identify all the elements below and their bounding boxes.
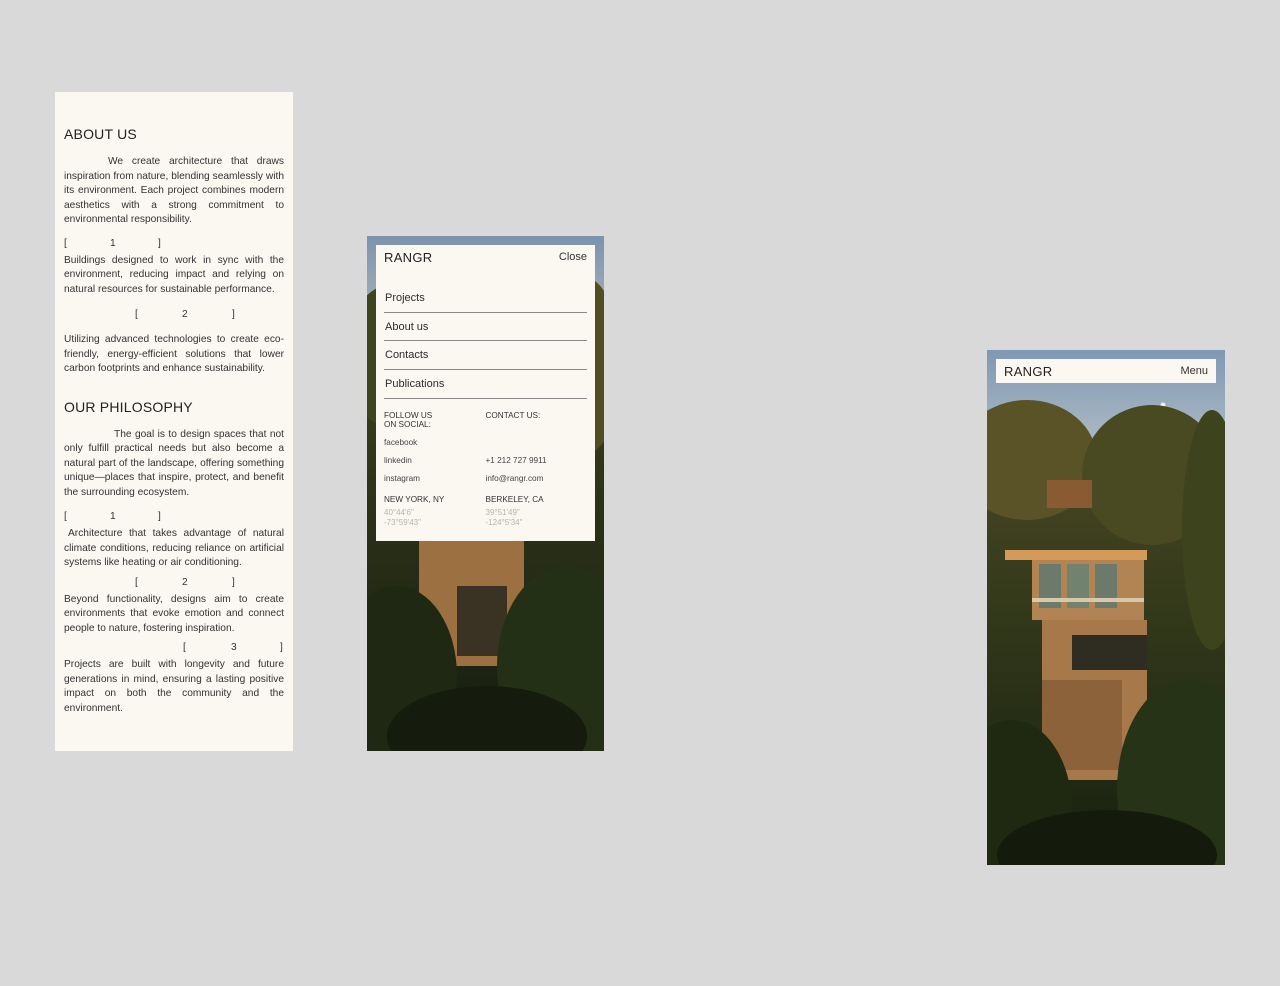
- close-button[interactable]: Close: [559, 251, 587, 263]
- house-photo-home-view: [987, 350, 1225, 865]
- philosophy-point-2-text: Beyond functionality, designs aim to cre…: [64, 593, 284, 634]
- bracket-open: [: [135, 576, 138, 588]
- office-lon-ny: -73°59'43": [384, 517, 421, 527]
- about-panel: ABOUT US We create architecture that dra…: [55, 92, 293, 751]
- brand-logo[interactable]: RANGR: [384, 250, 432, 265]
- menu-button[interactable]: Menu: [1180, 365, 1208, 377]
- bracket-open: [: [64, 237, 67, 249]
- contact-column: CONTACT US: +1 212 727 9911 info@rangr.c…: [486, 411, 588, 528]
- point-number: 3: [231, 642, 237, 653]
- bracket-open: [: [135, 309, 138, 320]
- about-point-1-number: [ 1 ]: [64, 238, 284, 252]
- phone-link[interactable]: +1 212 727 9911: [486, 456, 588, 474]
- point-number: 2: [182, 576, 188, 588]
- site-header: RANGR Menu: [996, 359, 1216, 383]
- bracket-close: ]: [232, 576, 235, 588]
- instagram-link[interactable]: instagram: [384, 474, 486, 492]
- contact-heading: CONTACT US:: [485, 410, 541, 420]
- brand-logo[interactable]: RANGR: [1004, 364, 1052, 379]
- philosophy-title: OUR PHILOSOPHY: [64, 398, 193, 415]
- about-point-1-text: Buildings designed to work in sync with …: [64, 254, 284, 295]
- menu-item-contacts[interactable]: Contacts: [384, 341, 587, 371]
- philosophy-point-3-number: [ 3 ]: [64, 642, 284, 656]
- menu-item-about-us[interactable]: About us: [384, 313, 587, 342]
- bracket-open: [: [64, 511, 67, 522]
- bracket-close: ]: [158, 237, 161, 249]
- philosophy-point-1-number: [ 1 ]: [64, 511, 284, 525]
- philosophy-point-1-text: Architecture that takes advantage of nat…: [64, 528, 284, 568]
- philosophy-intro: The goal is to design spaces that not on…: [64, 428, 284, 498]
- menu-item-projects[interactable]: Projects: [384, 284, 587, 313]
- philosophy-point-2-number: [ 2 ]: [64, 577, 284, 591]
- menu-header: RANGR Close: [384, 245, 587, 269]
- office-city-ca: BERKELEY, CA: [485, 494, 544, 504]
- point-number: 1: [110, 511, 116, 522]
- bracket-close: ]: [232, 309, 235, 320]
- office-city-ny: NEW YORK, NY: [384, 494, 445, 504]
- point-number: 1: [110, 237, 116, 249]
- facebook-link[interactable]: facebook: [384, 438, 486, 456]
- menu-item-publications[interactable]: Publications: [384, 370, 587, 399]
- about-point-2-number: [ 2 ]: [64, 309, 284, 323]
- social-heading: FOLLOW US ON SOCIAL:: [384, 410, 433, 429]
- office-lat-ca: 39°51'49": [485, 507, 520, 517]
- point-number: 2: [182, 309, 188, 320]
- bracket-open: [: [183, 642, 186, 653]
- social-column: FOLLOW US ON SOCIAL: facebook linkedin i…: [384, 411, 486, 528]
- philosophy-point-3-text: Projects are built with longevity and fu…: [64, 659, 284, 714]
- email-link[interactable]: info@rangr.com: [486, 474, 588, 492]
- navigation-menu: RANGR Close Projects About us Contacts P…: [376, 245, 595, 541]
- bracket-close: ]: [158, 511, 161, 522]
- about-title: ABOUT US: [64, 126, 137, 142]
- office-lon-ca: -124°5'34": [485, 517, 523, 527]
- about-intro: We create architecture that draws inspir…: [64, 156, 284, 225]
- about-point-2-text: Utilizing advanced technologies to creat…: [64, 334, 284, 374]
- office-lat-ny: 40°44'6": [384, 507, 414, 517]
- menu-list: Projects About us Contacts Publications: [384, 284, 587, 399]
- menu-info: FOLLOW US ON SOCIAL: facebook linkedin i…: [384, 411, 587, 528]
- house-photo-image: [987, 350, 1225, 865]
- bracket-close: ]: [280, 642, 283, 653]
- linkedin-link[interactable]: linkedin: [384, 456, 486, 474]
